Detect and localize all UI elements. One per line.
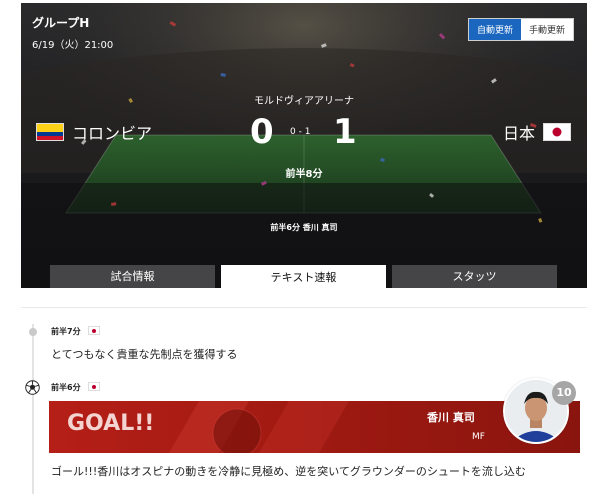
event-time: 前半7分 [51, 327, 81, 336]
event-text: ゴール!!!香川はオスピナの動きを冷静に見極め、逆を突いてグラウンダーのシュート… [51, 465, 526, 478]
away-score: 1 [333, 112, 357, 152]
away-team: 日本 [503, 120, 571, 144]
japan-flag-icon [88, 326, 100, 335]
soccer-ball-icon [25, 380, 40, 395]
venue-name: モルドヴィアアリーナ [254, 96, 354, 107]
scoreboard-hero: グループH 6/19（火）21:00 自動更新 手動更新 モルドヴィアアリーナ … [21, 3, 587, 288]
timeline-dot [29, 328, 37, 336]
event-text: とてつもなく貴重な先制点を獲得する [51, 348, 238, 361]
auto-update-button[interactable]: 自動更新 [468, 19, 521, 40]
goal-player-name: 香川 真司 [427, 411, 475, 424]
goal-scorer-summary: 前半6分 香川 真司 [270, 223, 338, 232]
japan-flag-icon [88, 382, 100, 391]
home-team-name: コロンビア [72, 124, 153, 143]
tab-text-live[interactable]: テキスト速報 [221, 265, 386, 288]
player-number-badge: 10 [552, 381, 576, 405]
match-clock: 前半8分 [285, 169, 323, 180]
update-toggle: 自動更新 手動更新 [467, 18, 574, 41]
goal-banner: GOAL!! 香川 真司 MF [49, 401, 580, 453]
group-title: グループH [32, 16, 90, 30]
match-date: 6/19（火）21:00 [32, 40, 114, 51]
timeline-line [32, 324, 34, 494]
sub-score: 0 - 1 [290, 127, 311, 137]
tab-stats[interactable]: スタッツ [392, 265, 557, 288]
away-team-name: 日本 [502, 124, 535, 143]
home-score: 0 [250, 112, 274, 152]
manual-update-button[interactable]: 手動更新 [520, 19, 573, 40]
feed-top-divider [21, 307, 587, 308]
goal-label: GOAL!! [67, 411, 155, 436]
colombia-flag [36, 123, 64, 141]
tab-match-info[interactable]: 試合情報 [50, 265, 215, 288]
home-team: コロンビア [36, 120, 152, 144]
japan-flag [543, 123, 571, 141]
tab-bar: 試合情報 テキスト速報 スタッツ [50, 265, 557, 288]
goal-player-position: MF [472, 432, 485, 442]
event-time: 前半6分 [51, 383, 81, 392]
